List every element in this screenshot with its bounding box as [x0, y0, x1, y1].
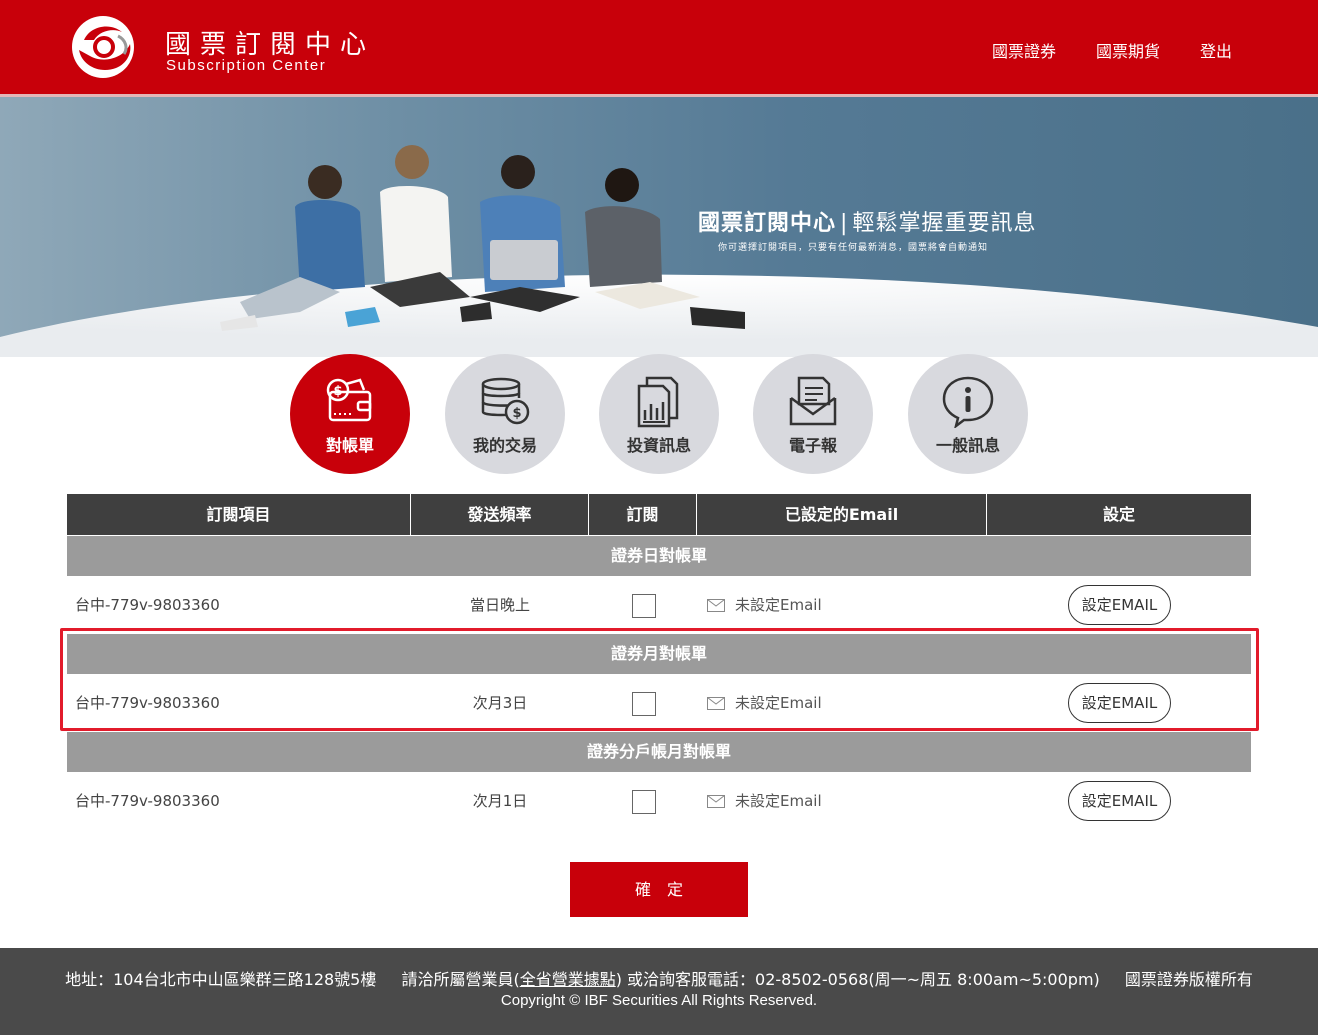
hero-people-illustration: [0, 145, 1318, 357]
section-header: 證券日對帳單: [67, 536, 1251, 576]
nav-futures-link[interactable]: 國票期貨: [1096, 38, 1160, 62]
category-investment-info[interactable]: 投資訊息: [599, 354, 719, 474]
subscribe-checkbox[interactable]: [632, 594, 656, 618]
site-header: 國票訂閱中心 Subscription Center 國票證券 國票期貨 登出: [0, 0, 1318, 97]
brand-logo-icon: [72, 16, 134, 78]
footer-info: 地址：104台北市中山區樂群三路128號5樓 請洽所屬營業員(全省營業據點) 或…: [0, 966, 1318, 990]
email-cell: 未設定Email: [735, 694, 822, 712]
category-general-info[interactable]: 一般訊息: [908, 354, 1028, 474]
set-email-button[interactable]: 設定EMAIL: [1068, 585, 1171, 625]
column-header: 訂閱: [589, 494, 697, 535]
set-email-button[interactable]: 設定EMAIL: [1068, 683, 1171, 723]
column-header: 訂閱項目: [67, 494, 411, 535]
logout-link[interactable]: 登出: [1200, 38, 1232, 62]
table-row: 台中-779v-9803360 當日晚上 未設定Email 設定EMAIL: [67, 576, 1251, 634]
subscribe-checkbox[interactable]: [632, 790, 656, 814]
email-cell: 未設定Email: [735, 596, 822, 614]
svg-text:$: $: [512, 406, 521, 421]
section-header: 證券月對帳單: [67, 634, 1251, 674]
nav-securities-link[interactable]: 國票證券: [992, 38, 1056, 62]
account-cell: 台中-779v-9803360: [75, 596, 220, 614]
confirm-button[interactable]: 確定: [570, 862, 748, 917]
mail-icon: [707, 795, 725, 808]
footer-copyright: Copyright © IBF Securities All Rights Re…: [500, 992, 818, 1009]
hero-title: 國票訂閱中心 | 輕鬆掌握重要訊息: [698, 211, 1037, 236]
site-footer: 地址：104台北市中山區樂群三路128號5樓 請洽所屬營業員(全省營業據點) 或…: [0, 948, 1318, 1035]
frequency-cell: 次月3日: [472, 694, 528, 712]
footer-address: 地址：104台北市中山區樂群三路128號5樓: [65, 970, 377, 989]
column-header: 設定: [1102, 505, 1135, 524]
category-label: 我的交易: [472, 436, 537, 455]
mail-icon: [707, 697, 725, 710]
column-header: 發送頻率: [411, 494, 589, 535]
hero-subtitle: 你可選擇訂閱項目，只要有任何最新消息，國票將會自動通知: [718, 243, 989, 253]
brand-title: 國票訂閱中心: [165, 30, 376, 60]
subscribe-checkbox[interactable]: [632, 692, 656, 716]
category-statement[interactable]: $ 對帳單: [290, 354, 410, 474]
footer-rights: 國票證券版權所有: [1124, 970, 1253, 989]
mail-icon: [707, 599, 725, 612]
frequency-cell: 次月1日: [472, 792, 528, 810]
frequency-cell: 當日晚上: [469, 596, 530, 614]
set-email-button[interactable]: 設定EMAIL: [1068, 781, 1171, 821]
category-newsletter[interactable]: 電子報: [753, 354, 873, 474]
account-cell: 台中-779v-9803360: [75, 792, 220, 810]
section-header: 證券分戶帳月對帳單: [67, 732, 1251, 772]
table-header: 訂閱項目 發送頻率 訂閱 已設定的Email 設定: [67, 494, 1251, 535]
email-cell: 未設定Email: [735, 792, 822, 810]
category-label: 電子報: [788, 436, 837, 455]
info-bubble-icon: [942, 376, 994, 428]
envelope-letter-icon: [789, 376, 837, 426]
footer-contact: 請洽所屬營業員(全省營業據點) 或洽詢客服電話：02-8502-0568(周一~…: [401, 970, 1100, 989]
category-my-trades[interactable]: $ 我的交易: [445, 354, 565, 474]
table-row: 台中-779v-9803360 次月1日 未設定Email 設定EMAIL: [67, 772, 1251, 830]
table-row: 台中-779v-9803360 次月3日 未設定Email 設定EMAIL: [67, 674, 1251, 732]
category-label: 一般訊息: [935, 436, 1000, 455]
chart-document-icon: [637, 376, 679, 428]
coin-stack-icon: $: [481, 377, 530, 425]
column-header: 已設定的Email: [697, 494, 987, 535]
brand-subtitle: Subscription Center: [166, 57, 327, 74]
branch-locations-link[interactable]: 全省營業據點: [520, 970, 616, 989]
wallet-dollar-icon: $: [326, 378, 372, 422]
category-label: 對帳單: [325, 436, 374, 455]
hero-banner: 國票訂閱中心 | 輕鬆掌握重要訊息 你可選擇訂閱項目，只要有任何最新消息，國票將會自…: [0, 97, 1318, 357]
account-cell: 台中-779v-9803360: [75, 694, 220, 712]
category-label: 投資訊息: [626, 436, 691, 455]
